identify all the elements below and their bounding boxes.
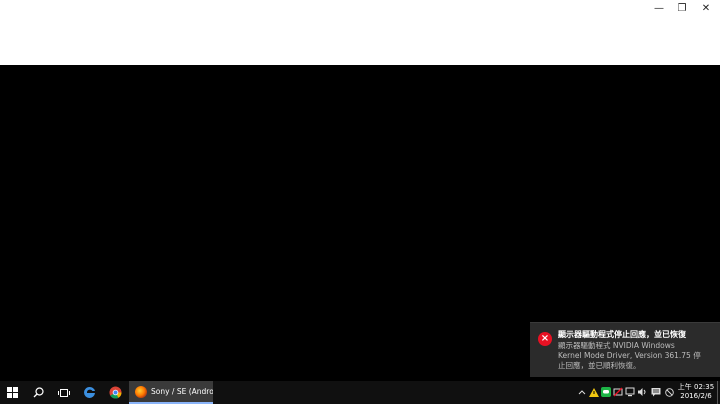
- error-icon: ×: [538, 332, 552, 346]
- notification-body-line: 顯示器驅動程式 NVIDIA Windows: [558, 341, 675, 350]
- restore-button[interactable]: ❐: [670, 0, 694, 16]
- line-icon[interactable]: [601, 387, 611, 397]
- no-wifi-icon[interactable]: [613, 387, 623, 397]
- network-icon[interactable]: [625, 387, 635, 397]
- system-clock[interactable]: 上午 02:35 2016/2/6: [676, 383, 716, 401]
- action-center-icon[interactable]: [651, 387, 661, 397]
- taskbar-running-app[interactable]: Sony / SE (Androi...: [129, 381, 213, 404]
- task-view-icon[interactable]: [51, 381, 76, 404]
- search-icon[interactable]: [26, 381, 51, 404]
- notification-body-line: Kernel Mode Driver, Version 361.75 停: [558, 351, 701, 360]
- edge-icon[interactable]: [77, 381, 102, 404]
- windows-start-icon[interactable]: [0, 381, 25, 404]
- notification-body: 顯示器驅動程式 NVIDIA Windows Kernel Mode Drive…: [558, 341, 710, 371]
- notification-body-line: 止回應，並已順利恢復。: [558, 361, 641, 370]
- minimize-button[interactable]: —: [647, 0, 671, 16]
- warning-icon[interactable]: [589, 387, 599, 397]
- notification-title: 顯示器驅動程式停止回應，並已恢復: [558, 330, 686, 339]
- close-button[interactable]: ✕: [694, 0, 718, 16]
- chrome-icon[interactable]: [103, 381, 128, 404]
- firefox-icon: [135, 385, 147, 398]
- taskbar: Sony / SE (Androi... 上午 02:35 2016/2/6: [0, 381, 720, 404]
- driver-notification[interactable]: × 顯示器驅動程式停止回應，並已恢復 顯示器驅動程式 NVIDIA Window…: [530, 322, 720, 377]
- chevron-up-icon[interactable]: [577, 387, 587, 397]
- block-icon[interactable]: [664, 387, 674, 397]
- running-app-label: Sony / SE (Androi...: [151, 387, 213, 396]
- window-titlebar: — ❐ ✕: [0, 0, 720, 65]
- clock-time: 上午 02:35: [677, 383, 715, 391]
- volume-icon[interactable]: [637, 387, 647, 397]
- clock-date: 2016/2/6: [680, 392, 712, 400]
